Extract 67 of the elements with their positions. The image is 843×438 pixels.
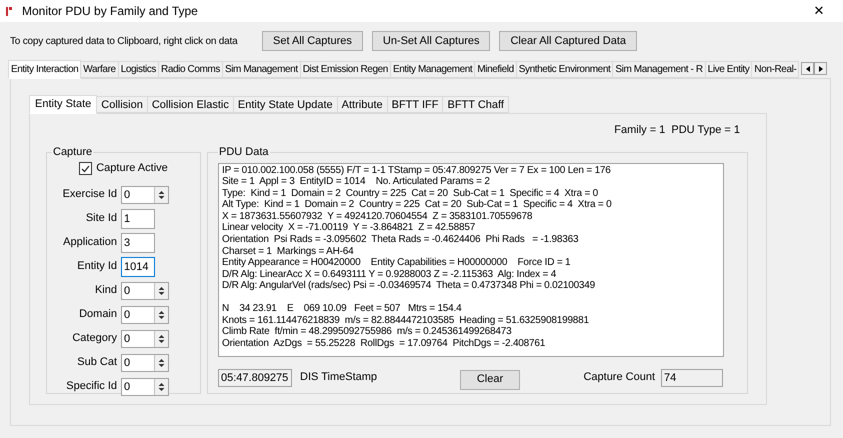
field-label: Site Id (84, 211, 118, 226)
capture-count-label: Capture Count (583, 370, 655, 386)
data-line: Climb Rate ft/min = 48.2995092755986 m/s = 0.245361499268473 (222, 326, 512, 338)
number-field[interactable]: 0 (121, 354, 169, 372)
tab[interactable]: Warfare (81, 61, 119, 78)
clipboard-hint: To copy captured data to Clipboard, right click on data (10, 34, 239, 48)
clear-button[interactable]: Clear (460, 370, 520, 390)
family-info: Family = 1 PDU Type = 1 (614, 123, 740, 138)
tab[interactable]: BFTT Chaff (443, 96, 509, 113)
data-line: Type: Kind = 1 Domain = 2 Country = 225 Cat = 20 Sub-Cat = 1 Specific = 4 Xtra = 0 (222, 188, 600, 200)
group-title: Capture (52, 145, 94, 160)
field-label: Sub Cat (76, 355, 118, 370)
checkbox-label: Capture Active (96, 161, 168, 176)
tab[interactable]: Entity Management (390, 61, 476, 78)
tab[interactable]: Attribute (338, 96, 388, 113)
tab[interactable]: Live Entity (706, 61, 752, 78)
timestamp-label: DIS TimeStamp (300, 370, 378, 386)
text-field[interactable]: 1 (121, 208, 155, 228)
data-line: Site = 1 Appl = 3 EntityID = 1014 No. Articulated Params = 2 (222, 176, 491, 188)
data-line: Alt Type: Kind = 1 Domain = 2 Country = 225 Cat = 20 Sub-Cat = 1 Specific = 4 Xtra = 0 (222, 199, 613, 211)
data-line: Orientation AzDgs = 55.25228 RollDgs = 17.09764 PitchDgs = -2.408761 (222, 338, 546, 350)
window-title: Monitor PDU by Family and Type (22, 3, 198, 20)
group-title: PDU Data (218, 145, 270, 160)
data-line: D/R Alg: AngularVel (rads/sec) Psi = -0.03469574 Theta = 0.4737348 Phi = 0.02100349 (222, 280, 596, 292)
data-line: X = 1873631.55607932 Y = 4924120.70604554 Z = 3583101.70559678 (222, 210, 534, 222)
data-line: D/R Alg: LinearAcc X = 0.6493111 Y = 0.9288003 Z = -2.115363 Alg: Index = 4 (222, 268, 558, 280)
toolbar-button[interactable]: Set All Captures (262, 31, 363, 51)
field-label: Application (62, 235, 118, 250)
field-label: Category (71, 331, 118, 346)
capture-count-field[interactable]: 74 (661, 368, 723, 386)
number-field[interactable]: 0 (121, 330, 169, 348)
field-label: Exercise Id (62, 187, 118, 202)
toolbar-button[interactable]: Clear All Captured Data (499, 31, 638, 51)
timestamp-field[interactable]: 05:47.809275 (218, 368, 292, 386)
data-line: Entity Appearance = H00420000 Entity Capabilities = H00000000 Force ID = 1 (222, 257, 572, 269)
text-field[interactable]: 1014 (121, 256, 155, 276)
tab[interactable]: Radio Comms (159, 61, 223, 78)
text-field[interactable]: 3 (121, 232, 155, 252)
field-label: Domain (78, 307, 118, 322)
tab[interactable]: Collision (97, 96, 148, 113)
data-line: Orientation Psi Rads = -3.095602 Theta Rads = -0.4624406 Phi Rads = -1.98363 (222, 234, 580, 246)
tab[interactable]: Dist Emission Regen (300, 61, 391, 78)
field-label: Entity Id (76, 259, 118, 274)
field-label: Kind (94, 283, 118, 298)
tab[interactable]: Entity Interaction (8, 60, 82, 79)
tab[interactable]: Synthetic Environment (516, 61, 614, 78)
data-line: IP = 010.002.100.058 (5555) F/T = 1-1 TStamp = 05:47.809275 Ver = 7 Ex = 100 Len = 176 (222, 164, 612, 176)
tab[interactable]: Entity State Update (234, 96, 338, 113)
field-label: Specific Id (65, 379, 118, 394)
tab[interactable]: BFTT IFF (388, 96, 444, 113)
data-line: N 34 23.91 E 069 10.09 Feet = 507 Mtrs = 154.4 (222, 303, 462, 315)
number-field[interactable]: 0 (121, 186, 169, 204)
close-button[interactable]: ✕ (807, 1, 831, 21)
tab[interactable]: Logistics (118, 61, 159, 78)
tab[interactable]: Collision Elastic (148, 96, 234, 113)
number-field[interactable]: 0 (121, 282, 169, 300)
data-line: Linear velocity X = -71.00119 Y = -3.864821 Z = 42.58857 (222, 222, 476, 234)
toolbar-button[interactable]: Un-Set All Captures (372, 31, 490, 51)
tab[interactable]: Minefield (475, 61, 517, 78)
data-line: Knots = 161.114476218839 m/s = 82.8844472103585 Heading = 51.6325908199881 (222, 314, 590, 326)
tab[interactable]: Sim Management (222, 61, 301, 78)
tab[interactable]: Entity State (29, 95, 98, 114)
tab[interactable]: Non-Real- (752, 61, 800, 78)
number-field[interactable]: 0 (121, 378, 169, 396)
number-field[interactable]: 0 (121, 306, 169, 324)
data-line: Charset = 1 Markings = AH-64 (222, 246, 354, 258)
tab[interactable]: Sim Management - R (613, 61, 706, 78)
